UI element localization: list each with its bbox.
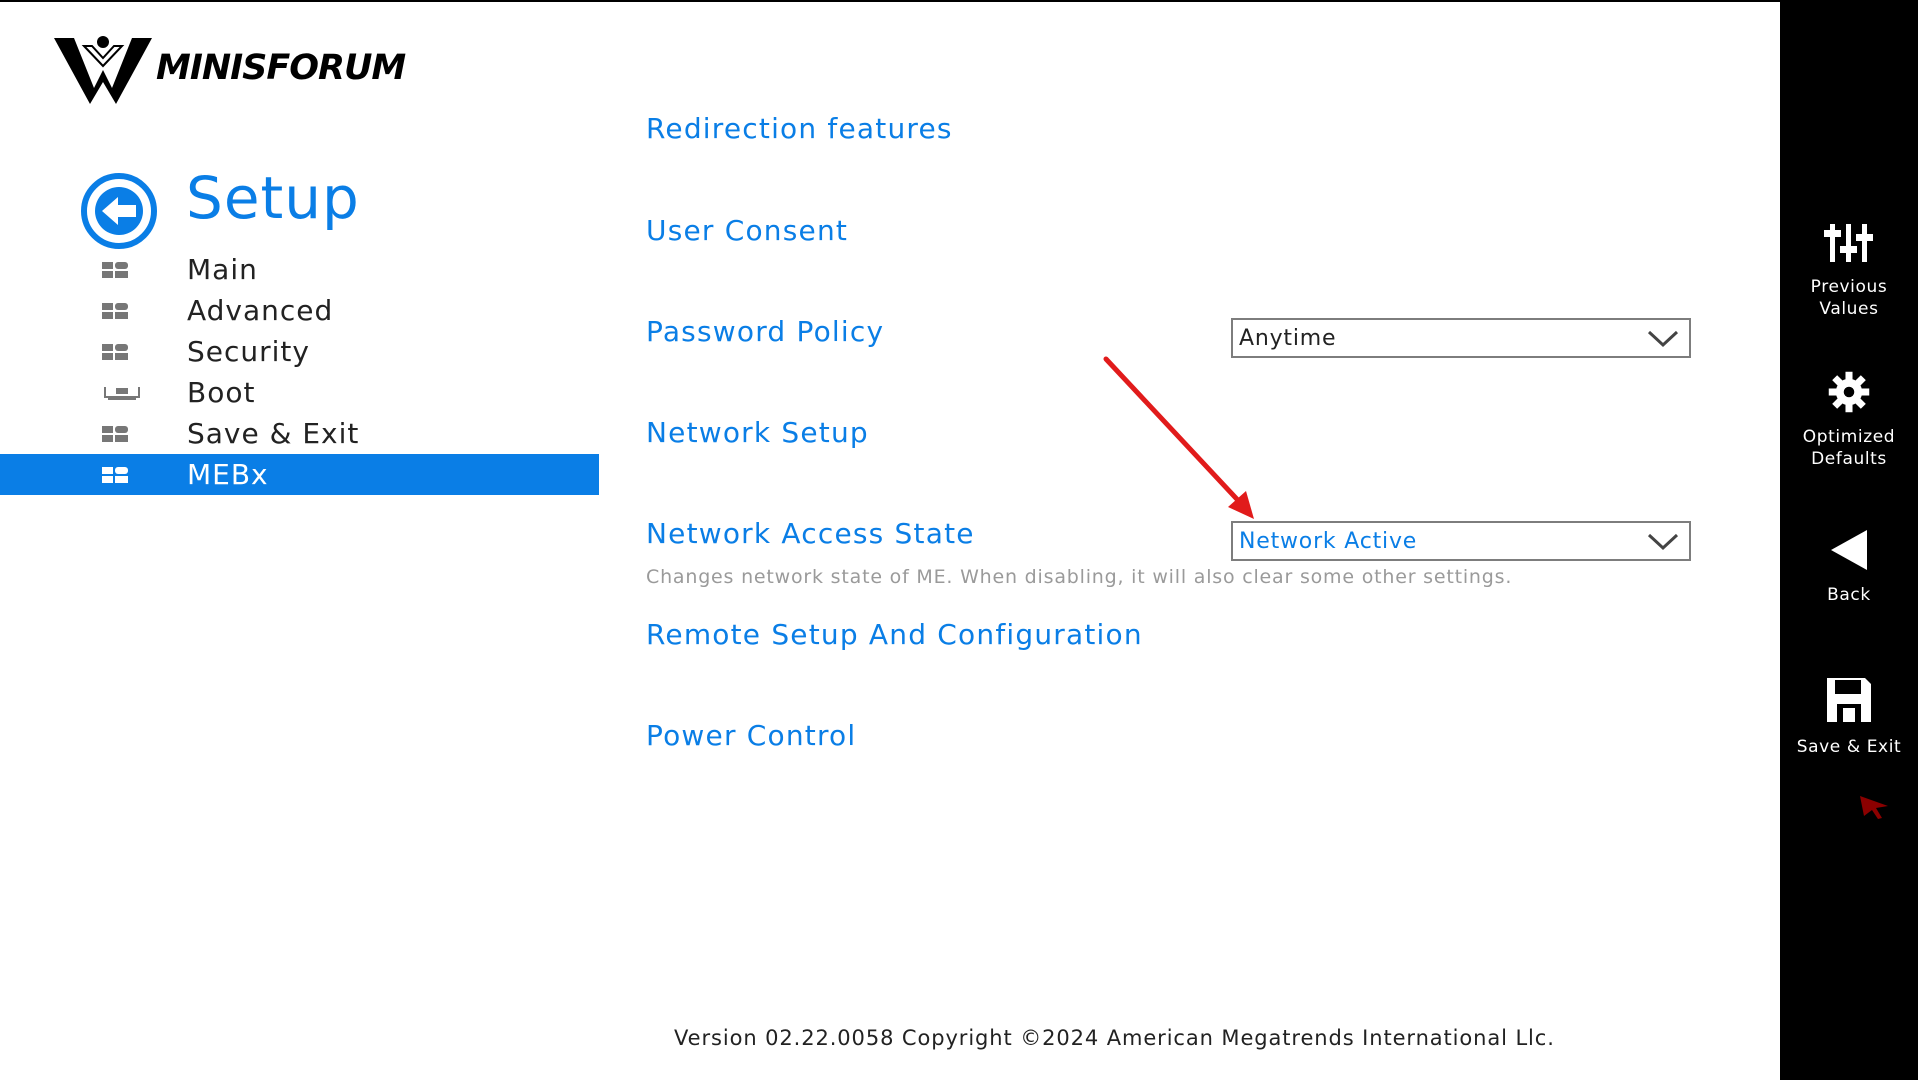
network-access-help-text: Changes network state of ME. When disabl… [646, 566, 1513, 588]
nav-label: Main [187, 253, 258, 286]
brand-logo: MINISFORUM [54, 32, 406, 104]
action-sidebar: Previous Values Optimized Defaults Back [1780, 0, 1918, 1080]
optimized-defaults-button[interactable]: Optimized Defaults [1780, 370, 1918, 470]
nav-label: MEBx [187, 458, 269, 491]
annotation-arrow-icon [1103, 356, 1254, 519]
menu-power-control[interactable]: Power Control [646, 719, 856, 752]
action-label: Previous [1810, 277, 1888, 297]
back-arrow-circle-icon[interactable] [80, 172, 158, 250]
page-title: Setup [186, 164, 360, 232]
menu-network-access-state[interactable]: Network Access State [646, 517, 975, 550]
mouse-cursor-icon [1860, 796, 1888, 819]
action-label: Optimized [1802, 427, 1896, 447]
chevron-down-icon [1647, 533, 1679, 551]
top-border [0, 0, 1780, 2]
nav-label: Advanced [187, 294, 334, 327]
boot-drive-icon [104, 387, 140, 400]
menu-user-consent[interactable]: User Consent [646, 214, 848, 247]
gear-icon [1828, 371, 1870, 413]
action-label: Save & Exit [1796, 737, 1902, 757]
grid-icon [102, 262, 128, 278]
menu-password-policy[interactable]: Password Policy [646, 315, 884, 348]
action-label: Back [1827, 585, 1871, 605]
nav-label: Boot [187, 376, 256, 409]
minisforum-logo-icon [54, 36, 152, 104]
sidebar-nav: Main Advanced Security Boot Save & Exit [0, 249, 599, 495]
nav-item-main[interactable]: Main [0, 249, 599, 290]
network-access-state-dropdown[interactable]: Network Active [1231, 521, 1691, 561]
previous-values-button[interactable]: Previous Values [1780, 222, 1918, 320]
sliders-icon [1824, 224, 1873, 262]
grid-icon [102, 303, 128, 319]
nav-item-advanced[interactable]: Advanced [0, 290, 599, 331]
grid-icon [102, 426, 128, 442]
nav-label: Security [187, 335, 310, 368]
version-footer: Version 02.22.0058 Copyright ©2024 Ameri… [674, 1026, 1555, 1050]
menu-redirection-features[interactable]: Redirection features [646, 112, 953, 145]
chevron-down-icon [1647, 330, 1679, 348]
menu-remote-setup[interactable]: Remote Setup And Configuration [646, 618, 1143, 651]
nav-item-mebx[interactable]: MEBx [0, 454, 599, 495]
nav-item-save-exit[interactable]: Save & Exit [0, 413, 599, 454]
action-label: Values [1819, 299, 1879, 319]
back-triangle-icon [1831, 530, 1867, 570]
back-button[interactable]: Back [1780, 528, 1918, 606]
grid-icon [102, 467, 128, 483]
nav-item-boot[interactable]: Boot [0, 372, 599, 413]
dropdown-value: Anytime [1239, 325, 1337, 351]
password-policy-dropdown[interactable]: Anytime [1231, 318, 1691, 358]
nav-item-security[interactable]: Security [0, 331, 599, 372]
dropdown-value: Network Active [1239, 528, 1418, 554]
action-label: Defaults [1811, 449, 1887, 469]
floppy-disk-icon [1827, 678, 1871, 722]
menu-network-setup[interactable]: Network Setup [646, 416, 869, 449]
grid-icon [102, 344, 128, 360]
save-exit-button[interactable]: Save & Exit [1780, 676, 1918, 758]
brand-name: MINISFORUM [156, 48, 406, 88]
nav-label: Save & Exit [187, 417, 360, 450]
